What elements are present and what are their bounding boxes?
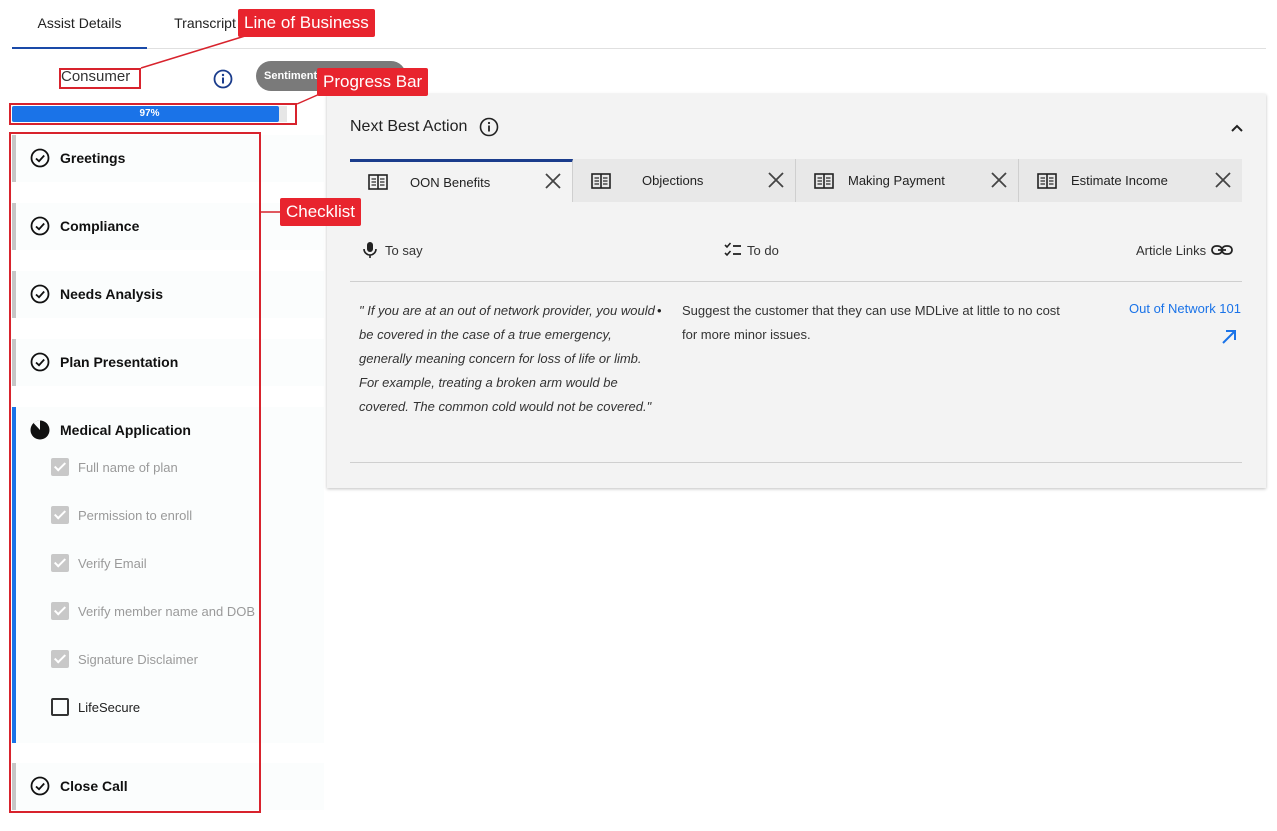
tab-transcript[interactable]: Transcript — [160, 0, 250, 49]
tab-label: OON Benefits — [410, 175, 491, 190]
close-icon[interactable] — [544, 172, 562, 190]
close-icon[interactable] — [1214, 171, 1232, 189]
book-icon — [814, 173, 834, 189]
checklist-icon — [724, 242, 741, 257]
tab-objections[interactable]: Objections — [573, 159, 796, 202]
annotation-progress-bar: Progress Bar — [317, 68, 429, 96]
to-say-script: " If you are at an out of network provid… — [359, 303, 655, 414]
panel-title: Next Best Action — [350, 118, 468, 135]
divider — [350, 281, 1242, 282]
close-icon[interactable] — [990, 171, 1008, 189]
assist-app: Assist Details Transcript Consumer Senti… — [0, 0, 1277, 831]
column-to-say: To say — [361, 240, 423, 260]
book-icon — [591, 173, 611, 189]
divider — [350, 462, 1242, 463]
nba-tabs: OON Benefits Objections Making Payment E… — [350, 159, 1242, 202]
to-do-item: Suggest the customer that they can use M… — [682, 303, 1060, 342]
annotation-checklist: Checklist — [280, 198, 361, 226]
article-link[interactable]: Out of Network 101 — [1129, 301, 1241, 316]
tab-making-payment[interactable]: Making Payment — [796, 159, 1019, 202]
book-icon — [368, 174, 388, 190]
tab-oon-benefits[interactable]: OON Benefits — [350, 159, 573, 202]
column-label: To say — [385, 242, 423, 258]
annotation-line-of-business: Line of Business — [238, 9, 375, 37]
tab-label: Estimate Income — [1071, 173, 1168, 188]
annotation-box-checklist — [9, 132, 261, 813]
tab-estimate-income[interactable]: Estimate Income — [1019, 159, 1242, 202]
column-article-links: Article Links — [1136, 240, 1233, 260]
info-icon[interactable] — [479, 117, 499, 137]
book-icon — [1037, 173, 1057, 189]
column-label: Article Links — [1136, 242, 1207, 258]
tab-label: Objections — [642, 173, 704, 188]
column-label: To do — [747, 242, 779, 258]
annotation-box-line-of-business — [59, 68, 141, 89]
external-arrow-icon[interactable] — [1220, 328, 1238, 346]
tab-assist-details[interactable]: Assist Details — [12, 0, 147, 49]
info-icon[interactable] — [213, 69, 233, 89]
close-icon[interactable] — [767, 171, 785, 189]
link-icon — [1211, 245, 1233, 255]
sentiment-label: Sentiment — [264, 70, 318, 82]
column-to-do: To do — [724, 240, 779, 260]
next-best-action-panel: Next Best Action OON Benefits Objections… — [327, 94, 1266, 488]
tab-label: Making Payment — [848, 173, 945, 188]
annotation-box-progress-bar — [9, 103, 297, 125]
microphone-icon — [363, 242, 377, 258]
chevron-up-icon[interactable] — [1229, 120, 1245, 136]
main-tabs: Assist Details Transcript — [12, 0, 1266, 49]
